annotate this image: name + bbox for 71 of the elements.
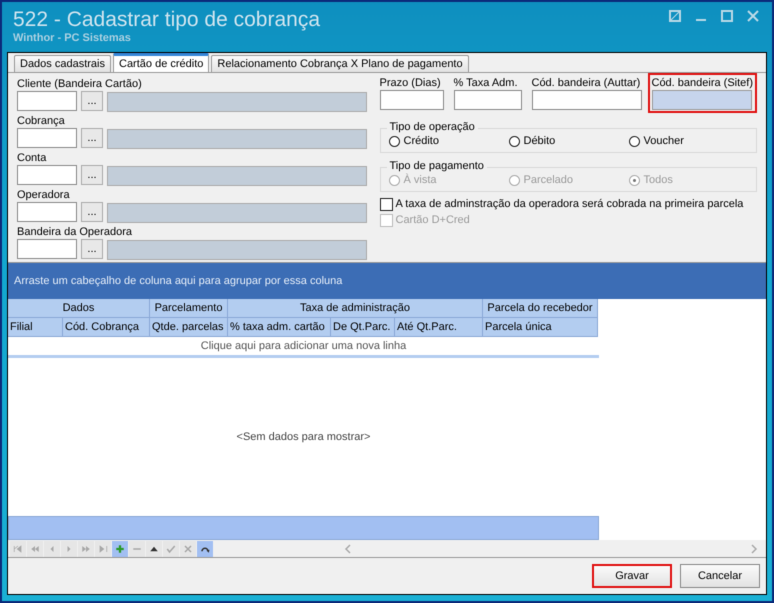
scroll-left-icon[interactable] — [344, 544, 352, 554]
window-title: 522 - Cadastrar tipo de cobrança — [12, 7, 320, 32]
maximize-icon[interactable] — [721, 10, 733, 22]
column-header[interactable]: Cód. Cobrança — [63, 318, 150, 337]
code-field[interactable] — [17, 128, 77, 148]
code-field[interactable] — [17, 165, 77, 185]
field-label: Operadora — [17, 188, 71, 202]
refresh-icon[interactable] — [197, 540, 213, 556]
window-subtitle: Winthor - PC Sistemas — [12, 32, 132, 44]
input-field[interactable] — [532, 90, 642, 110]
band-header[interactable]: Dados — [8, 299, 150, 318]
input-field[interactable] — [454, 90, 522, 110]
radio-button[interactable] — [508, 136, 520, 146]
radio-label: Parcelado — [524, 174, 574, 186]
field-label: Cliente (Bandeira Cartão) — [17, 77, 143, 91]
scroll-right-icon[interactable] — [750, 544, 758, 554]
tab[interactable]: Dados cadastrais — [14, 55, 111, 72]
cancel-button[interactable]: Cancelar — [680, 564, 760, 588]
empty-message: <Sem dados para mostrar> — [236, 431, 370, 443]
radio-label: Crédito — [404, 135, 439, 147]
field-label: Cobrança — [17, 114, 66, 128]
column-header[interactable]: De Qt.Parc. — [331, 318, 395, 337]
column-header[interactable]: Parcela única — [483, 318, 598, 337]
check-icon[interactable] — [163, 540, 179, 556]
lookup-button[interactable]: ... — [81, 128, 103, 148]
group-title: Tipo de pagamento — [386, 160, 487, 172]
lookup-button[interactable]: ... — [81, 165, 103, 185]
lookup-button[interactable]: ... — [81, 202, 103, 222]
radio-label: Todos — [644, 174, 673, 186]
checkbox-label: A taxa de adminstração da operadora será cobrada na primeira parcela — [396, 198, 744, 210]
double-right-icon[interactable] — [78, 540, 94, 556]
restore-icon[interactable] — [669, 10, 681, 22]
field-label: % Taxa Adm. — [454, 76, 518, 90]
field-label: Bandeira da Operadora — [17, 225, 133, 239]
group-panel: Arraste um cabeçalho de coluna aqui para agrupar por essa coluna — [8, 263, 766, 299]
column-header[interactable]: Até Qt.Parc. — [395, 318, 483, 337]
radio-button[interactable] — [628, 136, 640, 146]
field-label: Cód. bandeira (Auttar) — [532, 76, 642, 90]
right-icon[interactable] — [61, 540, 77, 556]
plus-icon[interactable] — [112, 540, 128, 556]
column-header[interactable]: % taxa adm. cartão — [228, 318, 331, 337]
code-field[interactable] — [17, 239, 77, 259]
left-icon[interactable] — [44, 540, 60, 556]
column-header[interactable]: Filial — [8, 318, 63, 337]
last-icon[interactable] — [95, 540, 111, 556]
field-label: Conta — [17, 151, 48, 165]
band-header[interactable]: Parcelamento — [150, 299, 228, 318]
radio-label: Voucher — [644, 135, 684, 147]
field-label: Cód. bandeira (Sitef) — [652, 76, 753, 90]
tab[interactable]: Cartão de crédito — [113, 53, 210, 72]
field-label: Prazo (Dias) — [380, 76, 442, 90]
first-icon[interactable] — [10, 540, 26, 556]
column-header[interactable]: Qtde. parcelas — [150, 318, 228, 337]
group-title: Tipo de operação — [386, 121, 478, 133]
double-left-icon[interactable] — [27, 540, 43, 556]
tab[interactable]: Relacionamento Cobrança X Plano de pagamento — [211, 55, 469, 72]
close-icon[interactable] — [747, 10, 759, 22]
code-field[interactable] — [17, 91, 77, 111]
code-field[interactable] — [17, 202, 77, 222]
checkbox[interactable] — [380, 198, 392, 210]
new-row[interactable]: Clique aqui para adicionar uma nova linha — [8, 337, 599, 358]
band-header[interactable]: Parcela do recebedor — [483, 299, 598, 318]
radio-label: À vista — [404, 174, 437, 186]
lookup-button[interactable]: ... — [81, 91, 103, 111]
radio-label: Débito — [524, 135, 556, 147]
radio-button[interactable] — [388, 136, 400, 146]
checkbox-label: Cartão D+Cred — [396, 214, 470, 226]
band-header[interactable]: Taxa de administração — [228, 299, 483, 318]
save-button[interactable]: Gravar — [592, 564, 672, 588]
lookup-button[interactable]: ... — [81, 239, 103, 259]
input-field[interactable] — [380, 90, 444, 110]
